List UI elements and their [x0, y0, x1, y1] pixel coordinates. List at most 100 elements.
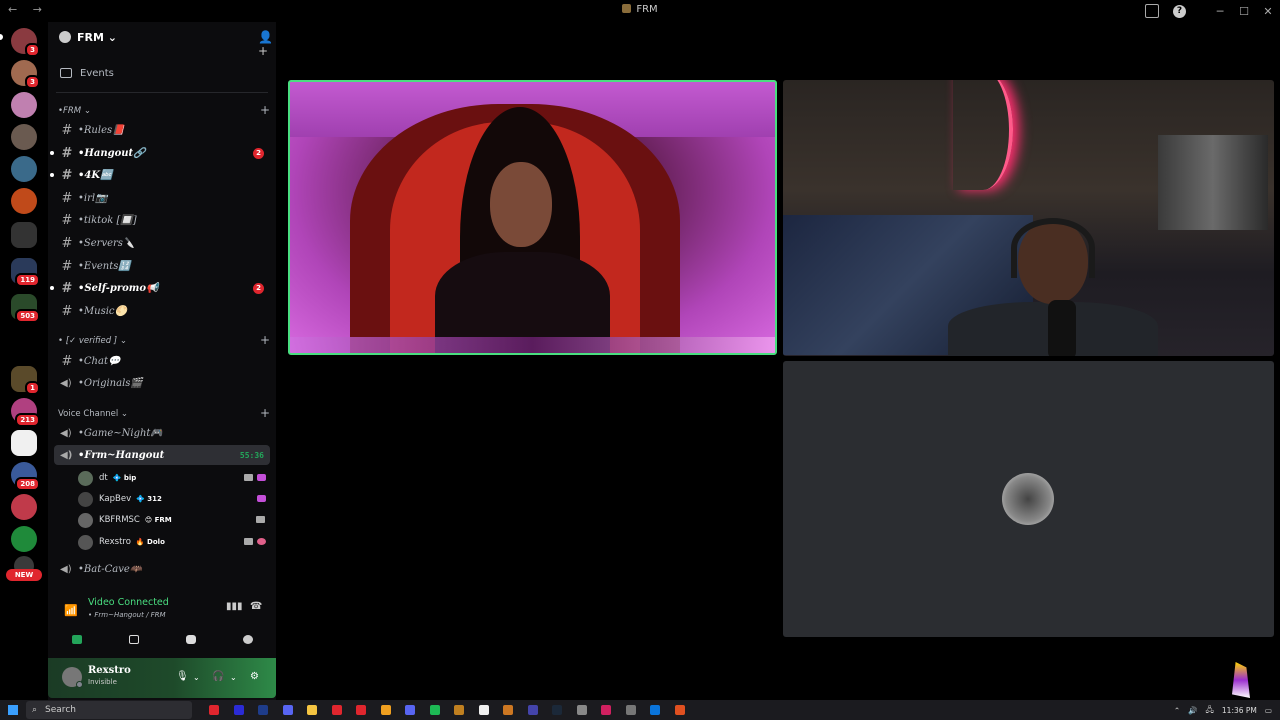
video-tile-webcam[interactable]	[783, 80, 1274, 356]
taskbar-app-1[interactable]	[202, 700, 227, 720]
channel-music[interactable]: # •Music🌕	[54, 301, 270, 321]
taskbar-app-11[interactable]	[447, 700, 472, 720]
signal-icon[interactable]: 📶	[64, 604, 78, 617]
create-channel-icon[interactable]: +	[260, 333, 270, 347]
taskbar-app-18[interactable]	[619, 700, 644, 720]
chevron-up-icon[interactable]: ⌃	[1174, 706, 1180, 715]
taskbar-app-15[interactable]	[545, 700, 570, 720]
video-tile-streamer[interactable]	[288, 80, 777, 355]
category-verified[interactable]: • [✓ verified ] ⌄ +	[58, 333, 270, 347]
avatar	[78, 512, 93, 528]
voice-status[interactable]: Video Connected	[88, 597, 169, 608]
server-icon-4[interactable]	[11, 124, 37, 150]
inbox-icon[interactable]	[1145, 4, 1159, 18]
voice-location[interactable]: • Frm~Hangout / FRM	[88, 611, 166, 619]
network-icon[interactable]: 🖧	[1206, 704, 1214, 717]
server-icon-7[interactable]: 213	[11, 398, 40, 427]
start-button[interactable]	[0, 700, 26, 720]
category-frm[interactable]: •FRM ⌄ +	[58, 103, 270, 117]
channel-irl[interactable]: # •irl📷	[54, 188, 270, 208]
taskbar-app-6[interactable]	[325, 700, 350, 720]
camera-icon	[244, 474, 253, 481]
server-icon-6[interactable]	[11, 188, 37, 214]
events-link[interactable]: Events	[54, 62, 270, 84]
channel-chat[interactable]: # •Chat💬	[54, 351, 270, 371]
channel-servers[interactable]: # •Servers🔪	[54, 233, 270, 253]
activities-button[interactable]	[163, 628, 219, 650]
category-voice[interactable]: Voice Channel ⌄ +	[58, 406, 270, 420]
disconnect-icon[interactable]: ☎	[250, 601, 262, 612]
minimize-button[interactable]: ─	[1208, 5, 1232, 18]
taskbar-app-12[interactable]	[472, 700, 497, 720]
taskbar-app-9[interactable]	[398, 700, 423, 720]
server-folder-2[interactable]: 119	[11, 258, 40, 287]
noise-suppression-icon[interactable]: ▮▮▮	[226, 601, 243, 612]
chevron-down-icon[interactable]: ⌄	[193, 673, 200, 682]
mention-badge: 1	[25, 381, 40, 395]
voice-user[interactable]: dt 💠 bip	[74, 468, 270, 488]
taskbar-app-8[interactable]	[374, 700, 399, 720]
taskbar-app-14[interactable]	[521, 700, 546, 720]
taskbar-app-20[interactable]	[668, 700, 693, 720]
server-folder-4[interactable]: 1	[11, 366, 40, 395]
user-tag: 💠 bip	[112, 474, 137, 482]
server-icon-1[interactable]: 3	[11, 28, 40, 57]
soundboard-button[interactable]	[220, 628, 276, 650]
voice-channel-game-night[interactable]: ◀) •Game~Night🎮	[54, 423, 270, 443]
server-name[interactable]: FRM ⌄	[77, 31, 117, 44]
taskbar-app-17[interactable]	[594, 700, 619, 720]
taskbar-app-16[interactable]	[570, 700, 595, 720]
server-icon-10[interactable]	[11, 494, 37, 520]
server-icon-3[interactable]	[11, 92, 37, 118]
notification-icon[interactable]: ▭	[1265, 706, 1272, 715]
volume-icon[interactable]: 🔊	[1188, 706, 1197, 715]
gear-icon[interactable]: ⚙	[250, 671, 259, 682]
mic-icon[interactable]: 🎙	[176, 671, 189, 682]
taskbar-app-3[interactable]	[251, 700, 276, 720]
help-icon[interactable]: ?	[1173, 4, 1186, 18]
close-button[interactable]: ✕	[1256, 5, 1280, 18]
server-icon-5[interactable]	[11, 156, 37, 182]
channel-hangout[interactable]: # •Hangout🔗 2	[50, 143, 270, 163]
server-icon-2[interactable]: 3	[11, 60, 40, 89]
channel-4k[interactable]: # •4K🔤	[50, 165, 270, 185]
taskbar-app-7[interactable]	[349, 700, 374, 720]
chevron-down-icon[interactable]: ⌄	[230, 673, 237, 682]
create-channel-icon[interactable]: +	[260, 406, 270, 420]
create-channel-icon[interactable]: +	[260, 103, 270, 117]
server-icon-8[interactable]	[11, 430, 37, 456]
user-name[interactable]: Rexstro	[88, 665, 131, 676]
voice-user-name: KapBev	[99, 494, 132, 504]
video-tile-avatar[interactable]	[783, 361, 1274, 637]
headphones-icon[interactable]: 🎧	[212, 671, 224, 682]
taskbar-app-13[interactable]	[496, 700, 521, 720]
server-icon-9[interactable]: 208	[11, 462, 40, 491]
taskbar-app-2[interactable]	[227, 700, 252, 720]
channel-originals[interactable]: ◀) •Originals🎬	[54, 373, 270, 393]
server-header[interactable]: FRM ⌄ 👤+	[48, 22, 276, 58]
voice-user[interactable]: Rexstro 🔥 Dolo	[74, 532, 270, 552]
clock[interactable]: 11:36 PM	[1222, 706, 1257, 715]
channel-self-promo[interactable]: # •Self-promo📢 2	[50, 278, 270, 298]
invite-people-icon[interactable]: 👤+	[258, 30, 276, 58]
taskbar-app-5[interactable]	[300, 700, 325, 720]
channel-rules[interactable]: # •Rules📕	[54, 120, 270, 140]
voice-user[interactable]: KBFRMSC 😊 FRM	[74, 510, 270, 530]
voice-channel-bat-cave[interactable]: ◀) •Bat-Cave🦇	[54, 559, 270, 579]
channel-tiktok[interactable]: # •tiktok [🔲]	[54, 210, 270, 230]
channel-name: •Rules📕	[78, 124, 125, 136]
search-box[interactable]: ⌕ Search	[26, 701, 192, 719]
channel-events[interactable]: # •Events🔢	[54, 256, 270, 276]
screen-share-button[interactable]	[106, 628, 162, 650]
voice-user[interactable]: KapBev 💠 312	[74, 489, 270, 509]
xbox-icon[interactable]	[11, 526, 37, 552]
maximize-button[interactable]: ☐	[1232, 5, 1256, 18]
taskbar-app-10[interactable]	[423, 700, 448, 720]
camera-button[interactable]	[49, 628, 105, 650]
taskbar-app-19[interactable]	[643, 700, 668, 720]
server-folder-1[interactable]	[11, 222, 37, 248]
server-folder-3[interactable]: 503	[11, 294, 40, 323]
status-indicator	[76, 681, 83, 688]
voice-channel-frm-hangout[interactable]: ◀) •Frm~Hangout 55:36	[54, 445, 270, 465]
taskbar-app-4[interactable]	[276, 700, 301, 720]
